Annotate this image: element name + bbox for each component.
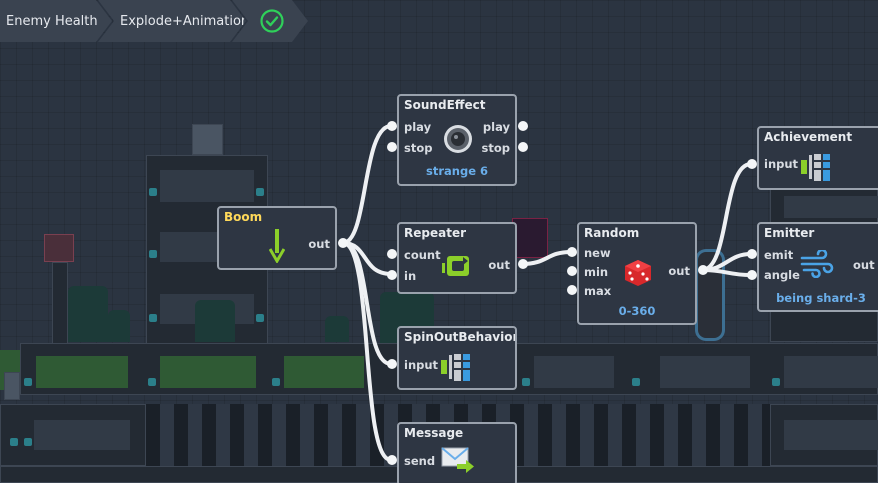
node-soundeffect[interactable]: SoundEffect play stop play stop strange … [397, 94, 517, 186]
node-subtitle: being shard-3 [776, 291, 866, 305]
port-random-min-in[interactable] [567, 266, 577, 276]
port-label-stop-out: stop [481, 141, 510, 155]
node-subtitle: strange 6 [426, 164, 488, 178]
dice-icon [625, 260, 651, 286]
arrow-down-icon [269, 229, 285, 263]
behavior-grid-icon [441, 354, 470, 381]
node-title: Boom [224, 210, 263, 224]
port-label-in: in [404, 269, 417, 283]
port-label-out: out [668, 264, 690, 278]
port-boom-out[interactable] [338, 238, 348, 248]
node-message[interactable]: Message send [397, 422, 517, 483]
port-random-new-in[interactable] [567, 247, 577, 257]
port-label-new: new [584, 246, 611, 260]
port-soundeffect-play-in[interactable] [387, 121, 397, 131]
port-label-count: count [404, 248, 441, 262]
wire-boom-message [341, 241, 393, 462]
port-label-play-out: play [482, 120, 510, 134]
wire-repeater-random [520, 250, 573, 266]
port-label-play-in: play [404, 120, 432, 134]
port-repeater-in-in[interactable] [387, 270, 397, 280]
port-emitter-emit-in[interactable] [747, 249, 757, 259]
port-label-out: out [488, 258, 510, 272]
wind-icon [800, 250, 834, 278]
port-label-send: send [404, 454, 436, 468]
node-subtitle: 0-360 [618, 304, 656, 318]
port-label-max: max [584, 284, 612, 298]
node-title: Emitter [764, 226, 815, 240]
node-title: Repeater [404, 226, 466, 240]
node-title: Achievement [764, 130, 853, 144]
node-emitter[interactable]: Emitter emit angle out being shard-3 [757, 222, 878, 312]
port-message-send-in[interactable] [387, 455, 397, 465]
loop-icon [442, 256, 469, 276]
port-emitter-angle-in[interactable] [747, 270, 757, 280]
port-label-min: min [584, 265, 609, 279]
port-random-out[interactable] [698, 265, 708, 275]
port-label-out: out [308, 237, 330, 251]
node-boom[interactable]: Boom out [217, 206, 337, 270]
node-repeater[interactable]: Repeater count in out [397, 222, 517, 294]
node-spinoutbehavior[interactable]: SpinOutBehaviorDe input [397, 326, 517, 390]
node-title: Random [584, 226, 640, 240]
envelope-icon [441, 447, 474, 473]
port-label-emit: emit [764, 248, 794, 262]
port-spinout-input-in[interactable] [387, 359, 397, 369]
node-achievement[interactable]: Achievement input [757, 126, 878, 190]
node-title: Message [404, 426, 464, 440]
port-soundeffect-stop-in[interactable] [387, 142, 397, 152]
port-label-input: input [404, 358, 439, 372]
port-random-max-in[interactable] [567, 285, 577, 295]
node-title: SpinOutBehaviorDe [404, 330, 515, 344]
port-label-stop-in: stop [404, 141, 433, 155]
speaker-icon [444, 125, 472, 153]
node-title: SoundEffect [404, 98, 486, 112]
port-soundeffect-stop-out[interactable] [518, 142, 528, 152]
port-label-out: out [853, 258, 875, 272]
port-soundeffect-play-out[interactable] [518, 121, 528, 131]
port-label-input: input [764, 157, 799, 171]
game-canvas[interactable]: Enemy Health Explode+Animation SoundEffe… [0, 0, 878, 483]
behavior-grid-icon [801, 154, 830, 181]
port-label-angle: angle [764, 268, 800, 282]
wire-boom-soundeffect [341, 124, 393, 245]
wire-random-emitter-angle [700, 268, 753, 277]
port-repeater-out[interactable] [518, 259, 528, 269]
port-achievement-input-in[interactable] [747, 159, 757, 169]
node-random[interactable]: Random new min max out 0-360 [577, 222, 697, 325]
port-repeater-count-in[interactable] [387, 249, 397, 259]
wire-random-emitter-emit [700, 252, 753, 272]
